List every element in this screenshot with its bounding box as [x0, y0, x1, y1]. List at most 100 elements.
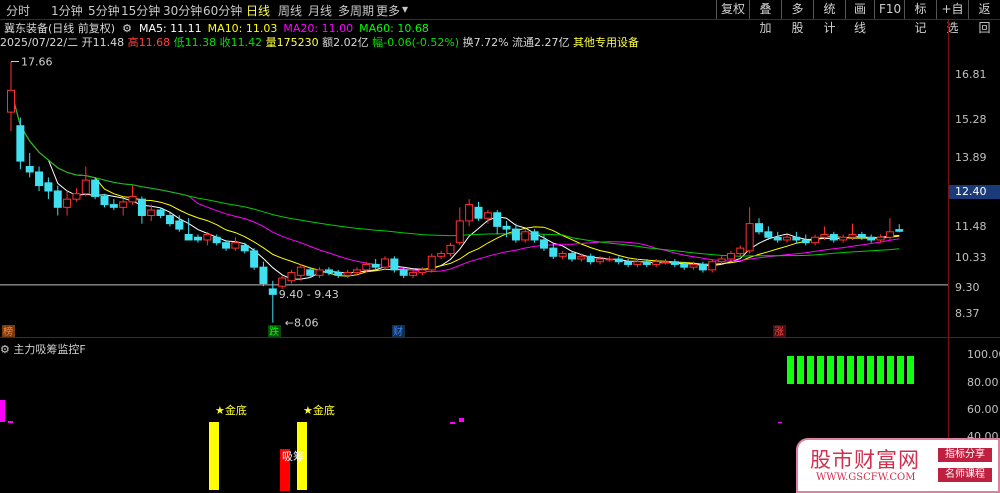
- candle-body: [259, 266, 268, 284]
- candle-body: [577, 255, 586, 260]
- candle-body: [371, 263, 380, 268]
- candle-body: [745, 223, 754, 252]
- candle-body: [773, 236, 782, 241]
- candle-body: [539, 239, 548, 249]
- candle-body: [343, 272, 352, 276]
- candle-body: [306, 269, 315, 276]
- candle-body: [446, 244, 455, 255]
- candle-body: [895, 229, 904, 232]
- kline-chart[interactable]: 17.66←8.069.40 - 9.43榜跌财涨★金底 ★金底吸筹: [0, 0, 1000, 493]
- high-annotation: 17.66: [21, 56, 53, 69]
- indicator-title[interactable]: ⚙ 主力吸筹监控F: [0, 341, 86, 357]
- watermark-tag2: 名师课程: [938, 468, 992, 482]
- candle-body: [614, 258, 623, 263]
- candle-body: [16, 125, 25, 162]
- candle-body: [708, 261, 717, 271]
- candle-body: [549, 247, 558, 257]
- current-price-label: 12.40: [949, 185, 1000, 199]
- candle-body: [820, 234, 829, 238]
- watermark-tag1: 指标分享: [938, 448, 992, 462]
- watermark-url: WWW.GSCFW.COM: [816, 472, 916, 483]
- candle-body: [222, 242, 231, 249]
- indicator-green-bar: [807, 356, 814, 384]
- candle-body: [511, 228, 520, 241]
- candle-body: [7, 89, 15, 113]
- candle-body: [811, 236, 820, 244]
- candle-body: [352, 269, 361, 274]
- candle-body: [717, 258, 726, 263]
- candle-body: [698, 263, 707, 271]
- indicator-signal: 吸筹: [282, 449, 304, 463]
- candle-body: [418, 269, 427, 274]
- candle-body: [867, 236, 876, 241]
- pane-separator: [0, 337, 1000, 338]
- candle-body: [334, 272, 343, 276]
- candle-body: [624, 261, 633, 265]
- candle-body: [165, 214, 174, 225]
- candle-body: [184, 234, 193, 241]
- ma5-line: [10, 90, 900, 280]
- indicator-bar: [0, 400, 5, 422]
- candle-body: [212, 236, 221, 244]
- candle-body: [558, 253, 567, 257]
- candle-body: [783, 236, 792, 241]
- price-tick: 10.33: [955, 251, 987, 264]
- candle-body: [203, 234, 212, 241]
- indicator-tick: 60.00: [967, 403, 999, 416]
- indicator-settings-icon[interactable]: ⚙: [0, 343, 13, 356]
- indicator-green-bar: [837, 356, 844, 384]
- candle-body: [175, 220, 184, 230]
- candle-body: [792, 236, 801, 241]
- indicator-green-bar: [877, 356, 884, 384]
- low-annotation: ←8.06: [285, 317, 319, 330]
- candle-body: [390, 258, 399, 271]
- candle-body: [409, 272, 418, 276]
- candle-body: [147, 209, 156, 216]
- candle-body: [381, 258, 389, 268]
- candle-body: [521, 231, 530, 241]
- candle-body: [455, 220, 464, 244]
- top-separator: [0, 19, 1000, 20]
- candle-body: [194, 236, 202, 241]
- candle-body: [119, 201, 128, 208]
- indicator-green-bar: [857, 356, 864, 384]
- candle-body: [493, 212, 502, 227]
- candle-body: [465, 204, 474, 222]
- candle-body: [100, 195, 109, 206]
- candle-body: [109, 204, 118, 208]
- candle-body: [633, 261, 642, 265]
- candle-body: [839, 236, 848, 241]
- candle-body: [240, 244, 249, 252]
- candle-body: [315, 269, 324, 276]
- candle-body: [81, 179, 90, 195]
- indicator-green-bar: [907, 356, 914, 384]
- candle-body: [324, 269, 333, 274]
- indicator-green-bar: [817, 356, 824, 384]
- candle-body: [530, 231, 539, 241]
- candle-body: [876, 236, 885, 241]
- price-axis: [948, 20, 949, 490]
- candle-body: [670, 261, 679, 265]
- candle-body: [726, 253, 735, 260]
- candle-body: [885, 231, 894, 238]
- candle-body: [72, 193, 81, 200]
- indicator-signal: ★金底: [303, 403, 335, 417]
- watermark-name: 股市财富网: [810, 448, 920, 472]
- candle-body: [278, 277, 287, 287]
- candle-body: [287, 272, 296, 282]
- indicator-green-bar: [827, 356, 834, 384]
- candle-body: [829, 234, 838, 241]
- indicator-green-bar: [887, 356, 894, 384]
- indicator-green-bar: [847, 356, 854, 384]
- indicator-bar: [459, 418, 464, 422]
- candle-body: [399, 269, 408, 276]
- watermark: 股市财富网 WWW.GSCFW.COM 指标分享 名师课程: [796, 438, 1000, 493]
- candle-body: [474, 206, 483, 219]
- candle-body: [801, 239, 810, 244]
- candle-body: [848, 234, 857, 238]
- ma10-line: [10, 90, 900, 277]
- candle-body: [91, 179, 100, 197]
- candle-body: [689, 263, 698, 268]
- price-tick: 15.28: [955, 113, 987, 126]
- candle-body: [44, 182, 53, 192]
